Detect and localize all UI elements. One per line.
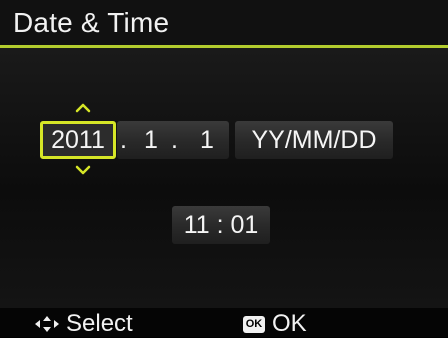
month-field[interactable]: 1 [144,121,158,159]
down-arrow-icon[interactable] [75,165,91,175]
date-separator: . [120,126,127,154]
select-hint: Select [34,310,133,338]
date-separator: . [171,126,178,154]
date-format-field[interactable]: YY/MM/DD [235,121,393,159]
title-bar: Date & Time [0,0,448,48]
time-field[interactable]: 11 : 01 [172,206,270,244]
ok-hint: OK OK [243,310,307,338]
day-field[interactable]: 1 [200,121,214,159]
footer-bar: Select OK OK [0,308,448,337]
ok-label: OK [272,310,307,337]
settings-panel: 2011 . 1 . 1 YY/MM/DD 11 : 01 [0,48,448,308]
four-way-arrow-icon [35,316,59,332]
up-arrow-icon[interactable] [75,103,91,113]
page-title: Date & Time [13,7,170,38]
year-field[interactable]: 2011 [40,121,116,159]
month-day-group: . 1 . 1 [117,121,229,159]
ok-button-icon: OK [243,315,265,333]
select-label: Select [66,310,133,337]
